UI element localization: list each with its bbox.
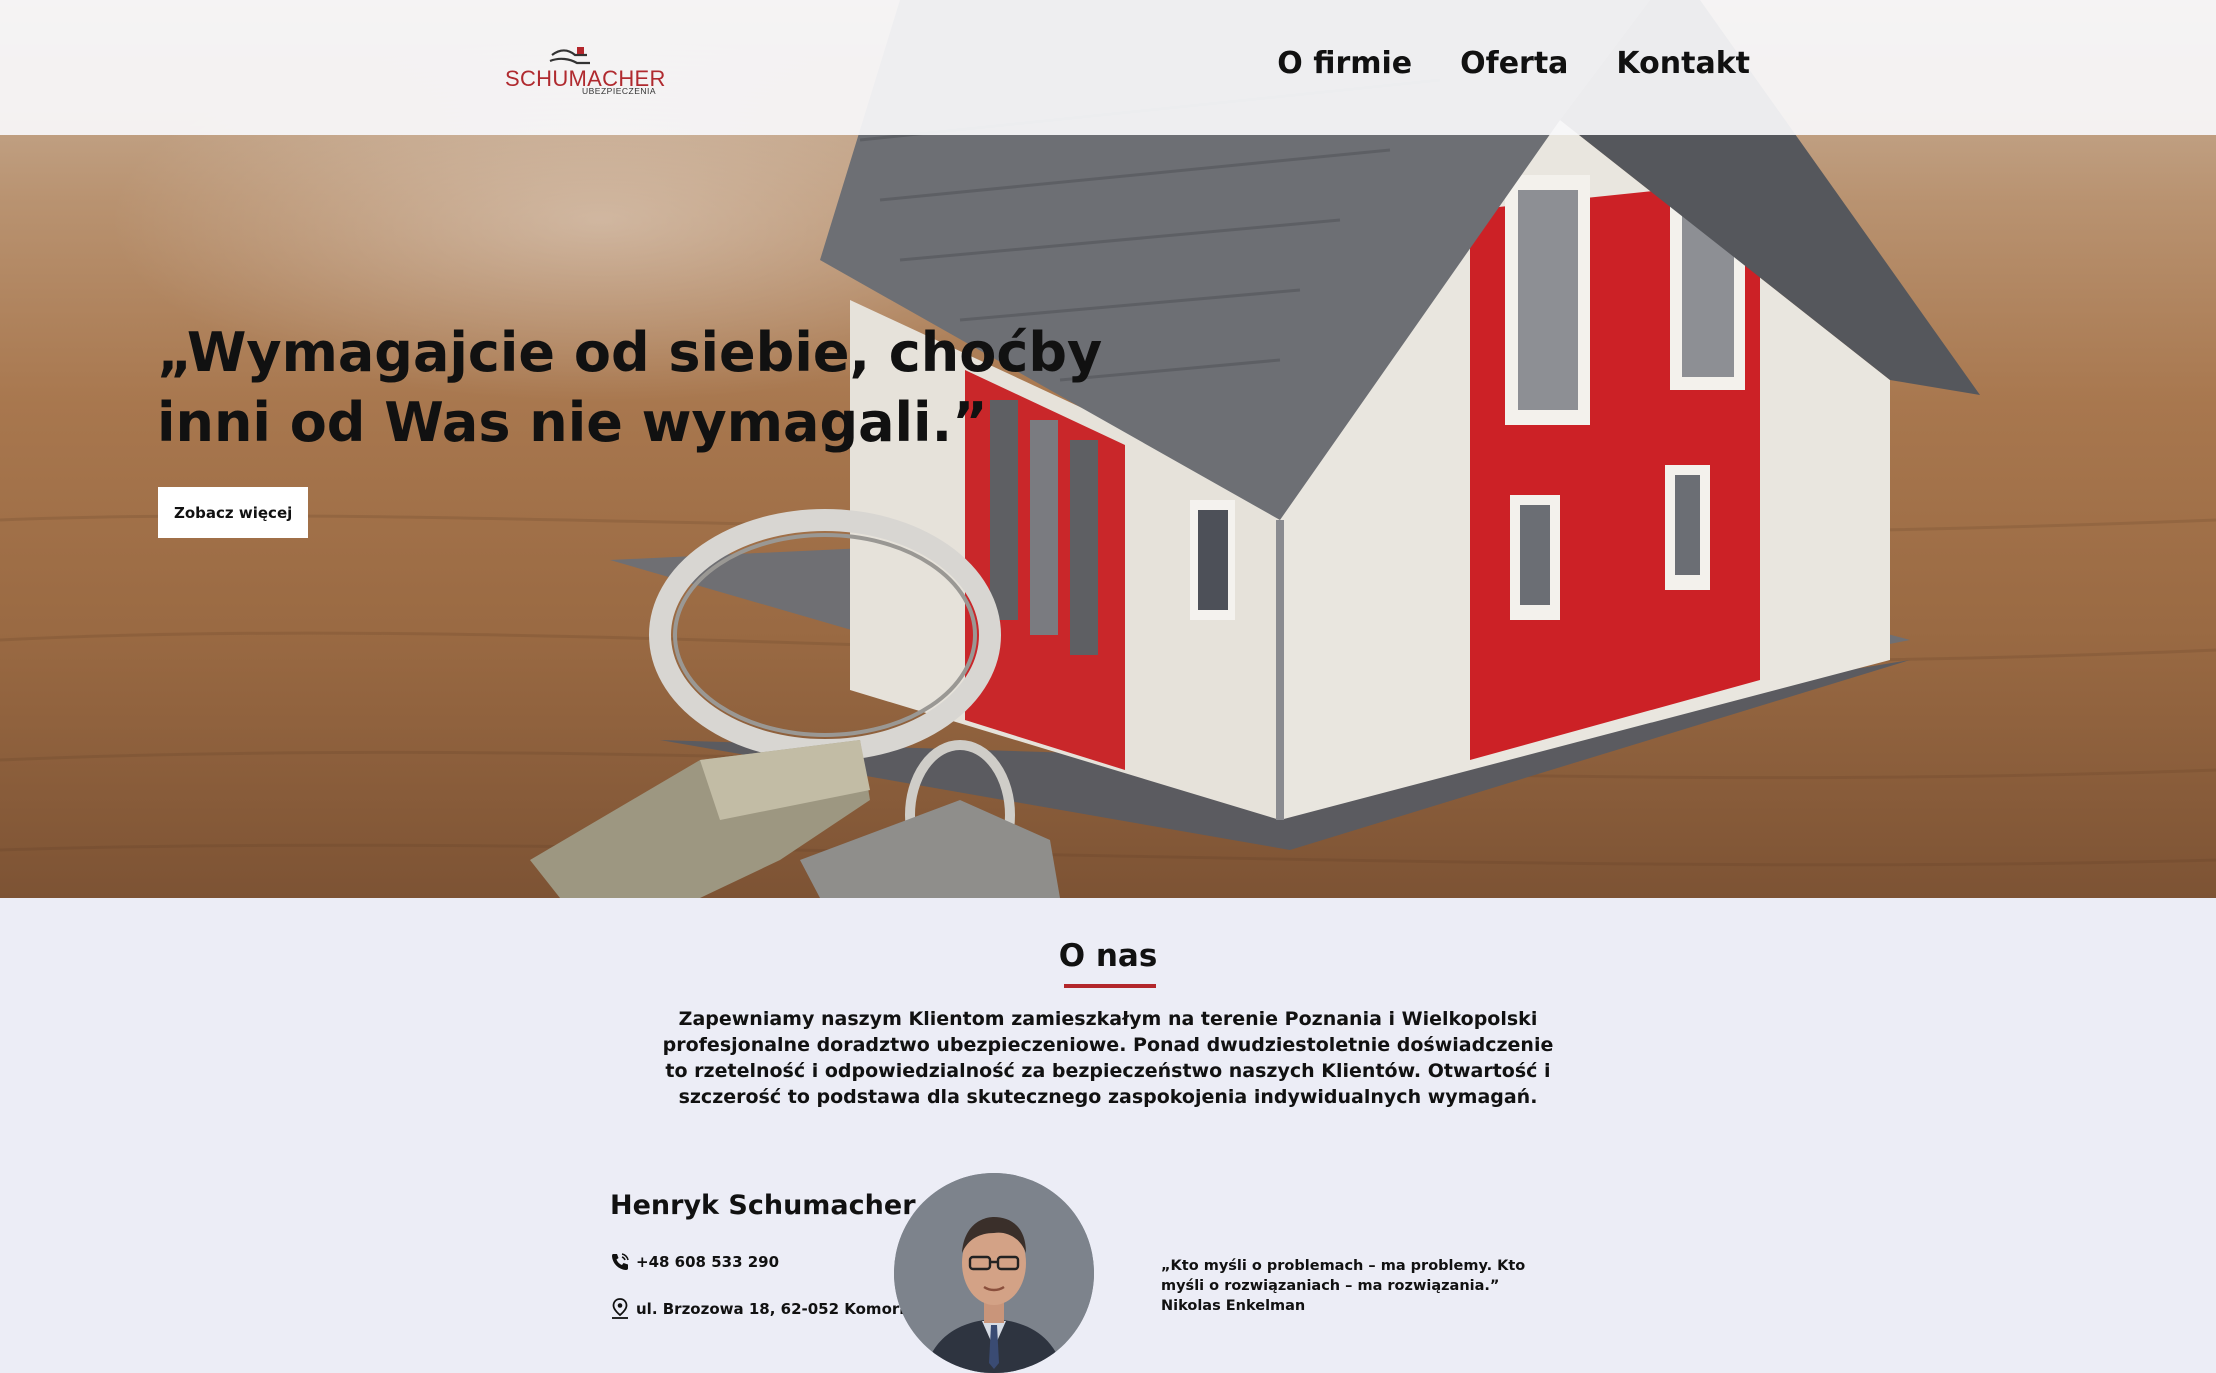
logo-subtitle: UBEZPIECZENIA (582, 86, 657, 96)
person-name: Henryk Schumacher (610, 1190, 916, 1221)
address-text: ul. Brzozowa 18, 62-052 Komorniki (636, 1300, 931, 1318)
phone-icon (612, 1253, 629, 1270)
main-nav: O firmie Oferta Kontakt (1277, 46, 1750, 81)
phone-row[interactable]: +48 608 533 290 (610, 1252, 779, 1272)
title-underline (1064, 984, 1156, 988)
avatar (894, 1173, 1094, 1373)
person-photo (894, 1173, 1094, 1373)
phone-number[interactable]: +48 608 533 290 (636, 1253, 779, 1271)
map-pin-icon (612, 1298, 628, 1319)
about-text: Zapewniamy naszym Klientom zamieszkałym … (662, 1008, 1554, 1108)
hero-quote: „Wymagajcie od siebie, choćby inni od Wa… (157, 321, 1103, 454)
top-navigation-bar: SCHUMACHER UBEZPIECZENIA O firmie Oferta… (0, 0, 2216, 135)
hero-section: SCHUMACHER UBEZPIECZENIA O firmie Oferta… (0, 0, 2216, 898)
see-more-button[interactable]: Zobacz więcej (158, 487, 309, 538)
address-row: ul. Brzozowa 18, 62-052 Komorniki (610, 1298, 930, 1320)
nav-item-oferta[interactable]: Oferta (1460, 46, 1568, 81)
nav-item-kontakt[interactable]: Kontakt (1616, 46, 1750, 81)
about-title: O nas (1058, 938, 1158, 974)
enkelman-quote: „Kto myśli o problemach – ma problemy. K… (1161, 1258, 1526, 1314)
nav-item-o-firmie[interactable]: O firmie (1277, 46, 1412, 81)
